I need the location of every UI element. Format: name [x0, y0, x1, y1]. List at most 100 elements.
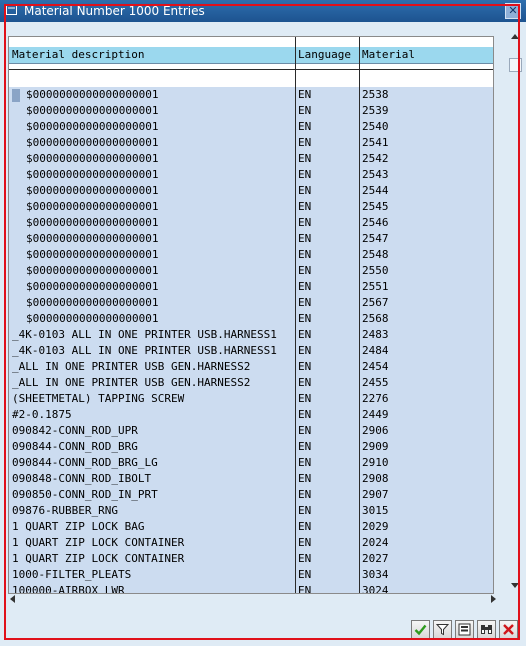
cell-language[interactable]: EN — [295, 375, 359, 391]
cell-language[interactable]: EN — [295, 263, 359, 279]
cell-language[interactable]: EN — [295, 503, 359, 519]
cell-material[interactable]: 2550 — [359, 263, 493, 279]
cell-material[interactable]: 3015 — [359, 503, 493, 519]
column-header-language[interactable]: Language — [295, 47, 359, 63]
cell-description[interactable]: 1 QUART ZIP LOCK BAG — [9, 519, 295, 535]
cell-description[interactable]: #2-0.1875 — [9, 407, 295, 423]
cell-material[interactable]: 2551 — [359, 279, 493, 295]
window-menu-icon[interactable] — [6, 5, 18, 16]
table-row[interactable]: 1000-FILTER_PLEATS EN 3034 — [9, 567, 493, 583]
cell-material[interactable]: 2547 — [359, 231, 493, 247]
cell-language[interactable]: EN — [295, 183, 359, 199]
table-row[interactable]: 090850-CONN_ROD_IN_PRT EN 2907 — [9, 487, 493, 503]
cell-material[interactable]: 2568 — [359, 311, 493, 327]
cell-description[interactable]: _ALL IN ONE PRINTER USB GEN.HARNESS2 — [9, 375, 295, 391]
table-row[interactable]: $0000000000000000001 EN 2546 — [9, 215, 493, 231]
cell-material[interactable]: 2906 — [359, 423, 493, 439]
cell-description[interactable]: $0000000000000000001 — [9, 119, 295, 135]
cell-description[interactable]: 090850-CONN_ROD_IN_PRT — [9, 487, 295, 503]
table-row[interactable]: $0000000000000000001 EN 2541 — [9, 135, 493, 151]
cell-description[interactable]: 1000-FILTER_PLEATS — [9, 567, 295, 583]
table-row[interactable]: _4K-0103 ALL IN ONE PRINTER USB.HARNESS1… — [9, 343, 493, 359]
cell-language[interactable]: EN — [295, 519, 359, 535]
cell-description[interactable]: $0000000000000000001 — [9, 151, 295, 167]
cell-description[interactable]: 090844-CONN_ROD_BRG_LG — [9, 455, 295, 471]
table-row[interactable]: _ALL IN ONE PRINTER USB GEN.HARNESS2 EN 24… — [9, 375, 493, 391]
table-row[interactable]: $0000000000000000001 EN 2539 — [9, 103, 493, 119]
cell-material[interactable]: 2546 — [359, 215, 493, 231]
cell-description[interactable]: 090848-CONN_ROD_IBOLT — [9, 471, 295, 487]
cell-material[interactable]: 2545 — [359, 199, 493, 215]
cell-language[interactable]: EN — [295, 167, 359, 183]
table-row[interactable]: 090844-CONN_ROD_BRG_LG EN 2910 — [9, 455, 493, 471]
cell-language[interactable]: EN — [295, 487, 359, 503]
close-button[interactable]: ✕ — [505, 3, 521, 19]
table-row[interactable]: _ALL IN ONE PRINTER USB GEN.HARNESS2 EN 24… — [9, 359, 493, 375]
table-row[interactable]: $0000000000000000001 EN 2567 — [9, 295, 493, 311]
vertical-scrollbar[interactable] — [507, 28, 523, 588]
cell-language[interactable]: EN — [295, 439, 359, 455]
cell-material[interactable]: 2544 — [359, 183, 493, 199]
scroll-down-icon[interactable] — [511, 583, 519, 588]
cell-language[interactable]: EN — [295, 391, 359, 407]
cell-description[interactable]: _4K-0103 ALL IN ONE PRINTER USB.HARNESS1 — [9, 343, 295, 359]
cell-material[interactable]: 2907 — [359, 487, 493, 503]
select-button[interactable] — [455, 620, 474, 639]
cell-description[interactable]: _4K-0103 ALL IN ONE PRINTER USB.HARNESS1 — [9, 327, 295, 343]
cell-material[interactable]: 2483 — [359, 327, 493, 343]
cell-language[interactable]: EN — [295, 279, 359, 295]
cell-material[interactable]: 2024 — [359, 535, 493, 551]
horizontal-scrollbar[interactable] — [8, 592, 498, 606]
cell-material[interactable]: 2276 — [359, 391, 493, 407]
cell-material[interactable]: 2029 — [359, 519, 493, 535]
find-button[interactable] — [477, 620, 496, 639]
cell-language[interactable]: EN — [295, 295, 359, 311]
cell-language[interactable]: EN — [295, 535, 359, 551]
cell-description[interactable]: 090842-CONN_ROD_UPR — [9, 423, 295, 439]
cell-language[interactable]: EN — [295, 311, 359, 327]
cell-description[interactable]: $0000000000000000001 — [9, 135, 295, 151]
table-row[interactable]: $0000000000000000001 EN 2550 — [9, 263, 493, 279]
cell-material[interactable]: 2910 — [359, 455, 493, 471]
table-row[interactable]: (SHEETMETAL) TAPPING SCREW EN 2276 — [9, 391, 493, 407]
cell-description[interactable]: 1 QUART ZIP LOCK CONTAINER — [9, 551, 295, 567]
cell-material[interactable]: 2908 — [359, 471, 493, 487]
cell-language[interactable]: EN — [295, 103, 359, 119]
cell-description[interactable]: $0000000000000000001 — [9, 103, 295, 119]
cell-language[interactable]: EN — [295, 151, 359, 167]
cell-language[interactable]: EN — [295, 551, 359, 567]
cell-material[interactable]: 2542 — [359, 151, 493, 167]
table-row[interactable]: $0000000000000000001 EN 2568 — [9, 311, 493, 327]
cell-description[interactable]: _ALL IN ONE PRINTER USB GEN.HARNESS2 — [9, 359, 295, 375]
cell-material[interactable]: 2909 — [359, 439, 493, 455]
table-row[interactable]: $0000000000000000001 EN 2538 — [9, 87, 493, 103]
cell-material[interactable]: 3034 — [359, 567, 493, 583]
cell-material[interactable]: 2567 — [359, 295, 493, 311]
cell-description[interactable]: $0000000000000000001 — [9, 231, 295, 247]
cell-material[interactable]: 2540 — [359, 119, 493, 135]
cell-language[interactable]: EN — [295, 455, 359, 471]
cell-material[interactable]: 2484 — [359, 343, 493, 359]
cell-material[interactable]: 2543 — [359, 167, 493, 183]
cell-language[interactable]: EN — [295, 135, 359, 151]
table-row[interactable]: 090848-CONN_ROD_IBOLT EN 2908 — [9, 471, 493, 487]
cell-language[interactable]: EN — [295, 359, 359, 375]
table-row[interactable]: $0000000000000000001 EN 2545 — [9, 199, 493, 215]
cell-description[interactable]: 1 QUART ZIP LOCK CONTAINER — [9, 535, 295, 551]
cell-description[interactable]: $0000000000000000001 — [9, 199, 295, 215]
table-row[interactable]: $0000000000000000001 EN 2547 — [9, 231, 493, 247]
cancel-button[interactable] — [499, 620, 518, 639]
cell-language[interactable]: EN — [295, 199, 359, 215]
table-row[interactable]: #2-0.1875 EN 2449 — [9, 407, 493, 423]
table-row[interactable]: 1 QUART ZIP LOCK BAG EN 2029 — [9, 519, 493, 535]
cell-description[interactable]: $0000000000000000001 — [9, 183, 295, 199]
cell-material[interactable]: 2539 — [359, 103, 493, 119]
cell-description[interactable]: $0000000000000000001 — [9, 279, 295, 295]
column-header-description[interactable]: Material description — [9, 47, 295, 63]
table-row[interactable]: 1 QUART ZIP LOCK CONTAINER EN 2027 — [9, 551, 493, 567]
table-row[interactable]: $0000000000000000001 EN 2544 — [9, 183, 493, 199]
cell-material[interactable]: 2541 — [359, 135, 493, 151]
cell-language[interactable]: EN — [295, 407, 359, 423]
table-row[interactable]: $0000000000000000001 EN 2551 — [9, 279, 493, 295]
column-header-material[interactable]: Material — [359, 47, 493, 63]
